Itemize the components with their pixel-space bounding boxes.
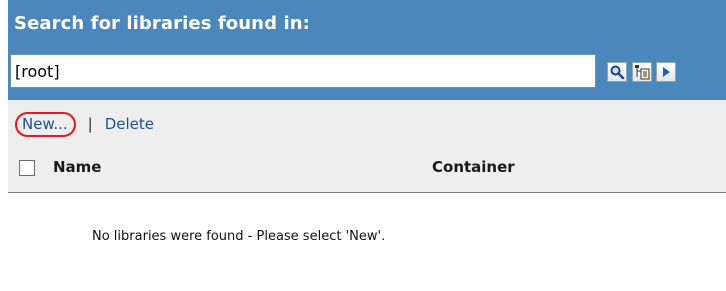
browse-tree-icon [635, 65, 650, 80]
toolbar: New... | Delete Name Container [8, 100, 726, 193]
go-arrow-icon [663, 67, 670, 77]
library-search-page: Search for libraries found in: [root] Ne… [0, 0, 726, 291]
link-separator: | [87, 115, 93, 133]
search-panel: Search for libraries found in: [8, 0, 726, 100]
new-link[interactable]: New... [15, 111, 76, 137]
empty-state-message: No libraries were found - Please select … [92, 229, 386, 244]
search-header: Search for libraries found in: [14, 13, 310, 34]
column-header-container[interactable]: Container [432, 156, 515, 178]
browse-button[interactable] [632, 62, 652, 82]
column-header-name[interactable]: Name [53, 156, 101, 178]
search-location-input[interactable] [10, 54, 596, 88]
action-links: New... | Delete [15, 111, 154, 137]
delete-link[interactable]: Delete [105, 115, 154, 133]
search-icon [610, 65, 625, 80]
go-button[interactable] [656, 62, 676, 82]
search-button[interactable] [607, 62, 627, 82]
select-all-checkbox[interactable] [19, 160, 35, 176]
